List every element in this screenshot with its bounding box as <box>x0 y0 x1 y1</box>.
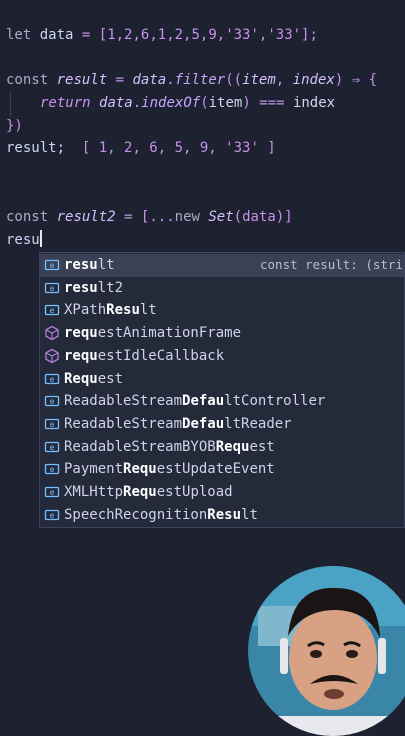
identifier-data: data <box>39 27 74 43</box>
suggestion-item[interactable]: e ReadableStreamDefaultReader <box>40 413 404 436</box>
variable-icon: e <box>44 439 60 455</box>
suggestion-item[interactable]: e XPathResult <box>40 299 404 322</box>
code-editor[interactable]: let data = [1,2,6,1,2,5,9,'33','33']; co… <box>0 0 405 736</box>
keyword-return: return <box>40 95 91 111</box>
variable-icon: e <box>44 302 60 318</box>
spread-open: [... <box>140 209 175 225</box>
svg-text:e: e <box>50 397 55 406</box>
method-icon <box>44 325 60 341</box>
code-line-2: const result = data.filter((item, index)… <box>6 72 378 88</box>
identifier-data: data <box>99 95 133 111</box>
suggestion-item[interactable]: e result2 <box>40 277 404 300</box>
suggestion-item[interactable]: e PaymentRequestUpdateEvent <box>40 458 404 481</box>
punctuation: , <box>275 72 285 88</box>
code-line-5: result; [ 1, 2, 6, 5, 9, '33' ] <box>6 138 276 158</box>
suggestion-item[interactable]: e ReadableStreamBYOBRequest <box>40 436 404 459</box>
typed-text: resu <box>6 232 40 248</box>
suggestion-label: XMLHttpRequestUpload <box>64 484 233 500</box>
punctuation: { <box>368 72 378 88</box>
suggestion-label: requestIdleCallback <box>64 347 225 364</box>
punctuation: ] <box>284 209 293 225</box>
suggestion-label: result2 <box>64 279 124 296</box>
suggestion-label: SpeechRecognitionResult <box>64 506 258 523</box>
webcam-overlay <box>248 566 405 736</box>
variable-icon: e <box>44 393 60 409</box>
svg-text:e: e <box>50 306 55 315</box>
call-args: (data) <box>233 209 285 225</box>
keyword-const: const <box>6 72 49 88</box>
class-set: Set <box>208 209 234 225</box>
suggestion-detail: const result: (string <box>260 257 405 272</box>
inline-result-output: [ 1, 2, 6, 5, 9, '33' ] <box>81 140 276 156</box>
indent-guide <box>10 92 11 116</box>
keyword-let: let <box>6 27 32 43</box>
svg-text:e: e <box>50 511 55 520</box>
code-line-3: return data.indexOf(item) === index <box>40 95 336 111</box>
variable-icon: e <box>44 484 60 500</box>
identifier-data: data <box>132 72 167 88</box>
operator-assign: = <box>115 72 125 88</box>
strict-equal-operator: === <box>259 95 285 111</box>
autocomplete-suggest-widget[interactable]: e result const result: (string e result2 e XPa… <box>39 252 405 528</box>
svg-text:e: e <box>50 375 55 384</box>
identifier-result2: result2 <box>56 209 116 225</box>
suggestion-item[interactable]: requestAnimationFrame <box>40 322 404 345</box>
identifier-result: result <box>56 72 108 88</box>
keyword-new: new <box>174 209 200 225</box>
suggestion-label: ReadableStreamBYOBRequest <box>64 438 275 455</box>
variable-icon: e <box>44 461 60 477</box>
variable-icon: e <box>44 507 60 523</box>
svg-text:e: e <box>50 488 55 497</box>
suggestion-item[interactable]: e XMLHttpRequestUpload <box>40 481 404 504</box>
punctuation: ) <box>334 72 344 88</box>
variable-icon: e <box>44 280 60 296</box>
result-label: result; <box>6 140 66 156</box>
method-filter: filter <box>174 72 226 88</box>
svg-text:e: e <box>50 420 55 429</box>
variable-icon: e <box>44 257 60 273</box>
punctuation: ( <box>200 95 209 111</box>
suggestion-label: result <box>64 257 115 273</box>
svg-text:e: e <box>50 465 55 474</box>
presenter-avatar-icon <box>248 566 405 736</box>
identifier-index: index <box>292 95 336 111</box>
suggestion-label: ReadableStreamDefaultReader <box>64 415 292 432</box>
punctuation: ) <box>242 95 251 111</box>
operator-assign: = <box>81 27 91 43</box>
suggestion-item[interactable]: e SpeechRecognitionResult <box>40 504 404 527</box>
keyword-const: const <box>6 209 49 225</box>
code-line-4: }) <box>6 118 23 134</box>
suggestion-item[interactable]: requestIdleCallback <box>40 345 404 368</box>
suggestion-label: Request <box>64 370 124 387</box>
arrow-operator: ⇒ <box>351 72 361 88</box>
operator-assign: = <box>124 209 133 225</box>
suggestion-label: XPathResult <box>64 302 157 319</box>
suggestion-label: PaymentRequestUpdateEvent <box>64 461 275 478</box>
suggestion-item[interactable]: e result const result: (string <box>40 254 405 277</box>
method-icon <box>44 348 60 364</box>
text-cursor <box>39 230 42 247</box>
svg-text:e: e <box>50 284 55 293</box>
variable-icon: e <box>44 416 60 432</box>
suggestion-item[interactable]: e Request <box>40 368 404 391</box>
method-indexof: indexOf <box>141 95 201 111</box>
code-line-6: const result2 = [...new Set(data)] <box>6 207 293 227</box>
identifier-item: item <box>208 95 243 111</box>
svg-text:e: e <box>50 443 55 452</box>
param-index: index <box>292 72 335 88</box>
svg-text:e: e <box>50 261 55 270</box>
param-item: item <box>242 72 276 88</box>
code-line-1: let data = [1,2,6,1,2,5,9,'33','33']; <box>6 25 318 45</box>
punctuation: (( <box>225 72 243 88</box>
code-line-7[interactable]: resu <box>6 230 42 250</box>
suggestion-label: ReadableStreamDefaultController <box>64 393 326 410</box>
variable-icon: e <box>44 371 60 387</box>
array-literal: [1,2,6,1,2,5,9,'33','33']; <box>98 27 318 43</box>
suggestion-label: requestAnimationFrame <box>64 325 242 342</box>
suggestion-item[interactable]: e ReadableStreamDefaultController <box>40 390 404 413</box>
